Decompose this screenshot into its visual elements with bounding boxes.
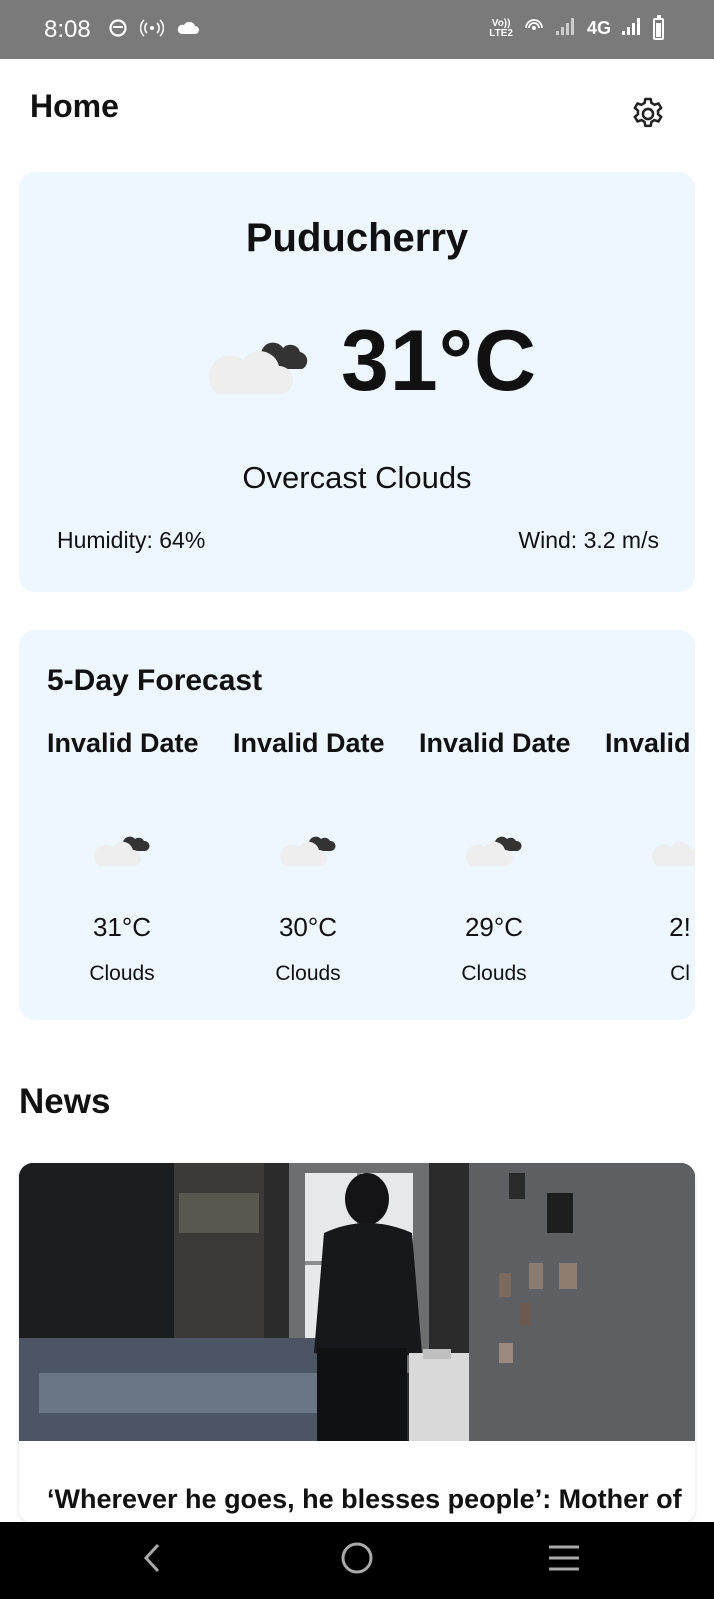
- clouds-icon: [89, 826, 155, 870]
- forecast-scroll-row[interactable]: Invalid Date 31°C Clouds Invalid Date 30…: [47, 726, 695, 996]
- forecast-temp: 2!: [669, 912, 691, 942]
- forecast-temp: 29°C: [464, 912, 524, 942]
- status-right-icons: Vo)) LTE2 4G: [489, 14, 664, 41]
- battery-icon: [653, 14, 664, 40]
- forecast-desc: Cl: [670, 962, 690, 985]
- forecast-desc: Clouds: [461, 962, 527, 985]
- forecast-day: Invalid Date 31°C Clouds: [47, 726, 217, 985]
- current-weather-card: Puducherry 31°C Overcast Clouds Humidity…: [19, 172, 695, 592]
- settings-button[interactable]: [626, 94, 670, 138]
- forecast-day: Invalid Date 29°C Clouds: [419, 726, 589, 985]
- chevron-left-icon: [140, 1542, 164, 1579]
- signal-strong-icon: [621, 16, 643, 41]
- forecast-temp: 30°C: [278, 912, 338, 942]
- signal-weak-icon: [555, 16, 577, 41]
- city-name: Puducherry: [245, 216, 469, 260]
- weather-description: Overcast Clouds: [242, 460, 472, 495]
- forecast-day: Invalid Date 2! Cl: [605, 726, 695, 985]
- sync-icon: [108, 18, 128, 43]
- menu-lines-icon: [546, 1543, 582, 1578]
- news-article-image: [19, 1163, 695, 1441]
- news-article-card[interactable]: ‘Wherever he goes, he blesses people’: M…: [19, 1163, 695, 1523]
- clouds-icon: [461, 826, 527, 870]
- forecast-title: 5-Day Forecast: [47, 664, 263, 697]
- forecast-desc: Clouds: [89, 962, 155, 985]
- clouds-icon: [647, 826, 695, 870]
- home-button[interactable]: [332, 1538, 382, 1582]
- forecast-date: Invalid Date: [605, 728, 695, 758]
- forecast-card: 5-Day Forecast Invalid Date 31°C Clouds …: [19, 630, 695, 1020]
- back-button[interactable]: [127, 1538, 177, 1582]
- forecast-date: Invalid Date: [47, 728, 199, 758]
- clouds-icon: [275, 826, 341, 870]
- forecast-date: Invalid Date: [419, 728, 571, 758]
- humidity-value: Humidity: 64%: [57, 527, 206, 553]
- page-title: Home: [30, 88, 119, 124]
- cloud-icon: [176, 20, 200, 41]
- current-temperature: 31°C: [341, 313, 538, 409]
- system-nav-bar: [0, 1522, 714, 1599]
- news-article-title: ‘Wherever he goes, he blesses people’: M…: [47, 1484, 682, 1523]
- volte-icon: Vo)) LTE2: [489, 17, 513, 39]
- forecast-day: Invalid Date 30°C Clouds: [233, 726, 403, 985]
- circle-home-icon: [339, 1540, 375, 1581]
- overcast-clouds-icon: [199, 324, 319, 404]
- wifi-calling-icon: [523, 16, 545, 41]
- wind-value: Wind: 3.2 m/s: [518, 527, 659, 553]
- forecast-date: Invalid Date: [233, 728, 385, 758]
- status-left-icons: [108, 18, 200, 43]
- forecast-desc: Clouds: [275, 962, 341, 985]
- network-type: 4G: [586, 18, 611, 38]
- hotspot-icon: [139, 18, 165, 43]
- forecast-temp: 31°C: [92, 912, 152, 942]
- gear-icon: [629, 95, 667, 138]
- recents-button[interactable]: [539, 1538, 589, 1582]
- news-heading: News: [19, 1082, 111, 1121]
- status-time: 8:08: [44, 16, 91, 43]
- status-bar: 8:08 Vo)) LTE2 4G: [0, 0, 714, 59]
